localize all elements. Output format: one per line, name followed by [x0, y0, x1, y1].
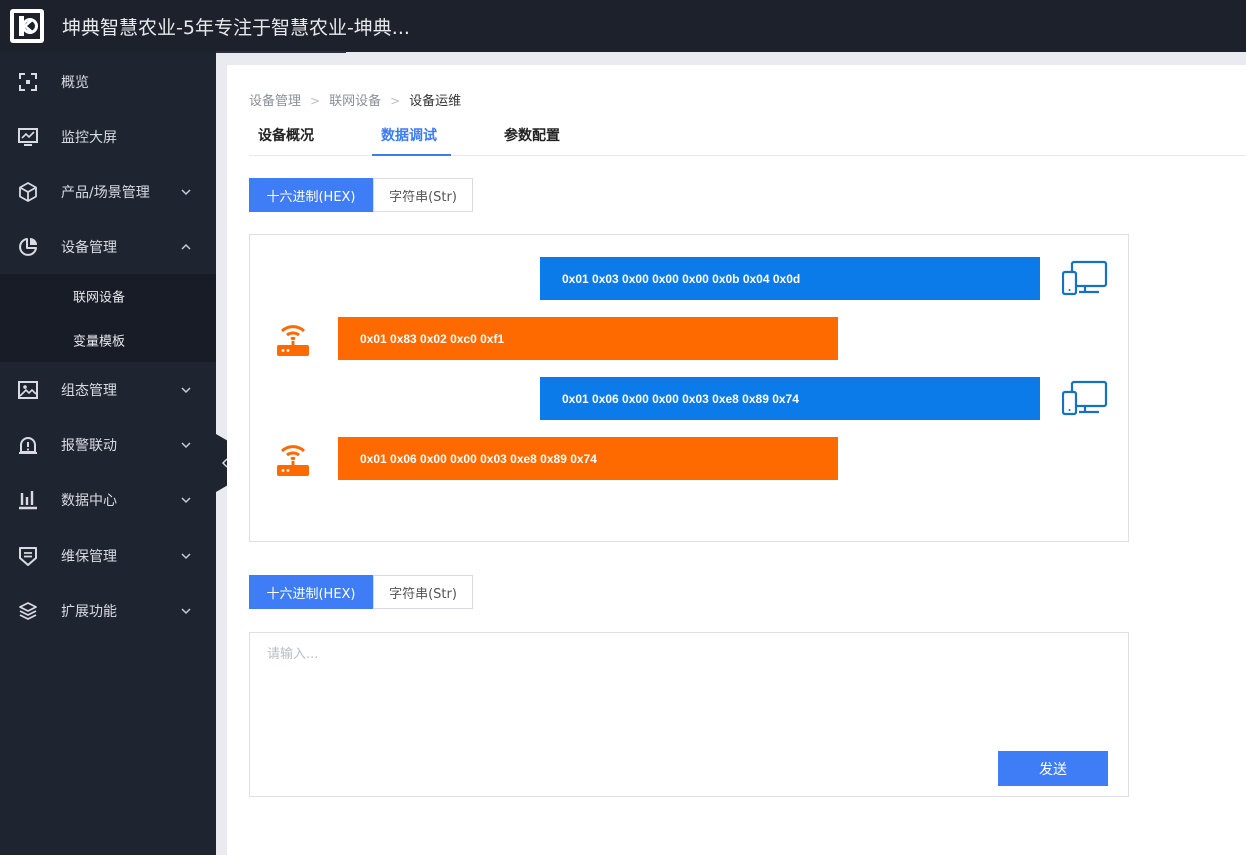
- gateway-icon: [277, 325, 309, 356]
- sidebar-subitem-networked-devices[interactable]: 联网设备: [0, 274, 216, 318]
- alarm-icon: [19, 436, 37, 454]
- pie-chart-icon: [19, 237, 37, 256]
- sidebar-item-overview[interactable]: 概览: [0, 54, 216, 109]
- chevron-up-icon: [181, 243, 191, 250]
- chevron-down-icon: [181, 386, 191, 393]
- cube-icon: [19, 181, 37, 202]
- maintenance-icon: [19, 546, 37, 566]
- sidebar-item-label: 维保管理: [61, 548, 117, 565]
- chevron-down-icon: [181, 607, 191, 614]
- header-divider: [216, 51, 346, 53]
- breadcrumb-separator: >: [310, 94, 321, 108]
- active-tab-indicator: [372, 154, 451, 156]
- logo-icon: [14, 13, 40, 39]
- str-format-button[interactable]: 字符串(Str): [373, 178, 473, 212]
- breadcrumb: 设备管理 > 联网设备 > 设备运维: [249, 90, 461, 109]
- sidebar-item-monitor-screen[interactable]: 监控大屏: [0, 109, 216, 164]
- send-input-area: 发送: [249, 632, 1129, 797]
- breadcrumb-separator: >: [390, 94, 401, 108]
- layers-icon: [19, 601, 37, 620]
- send-button[interactable]: 发送: [998, 751, 1108, 786]
- message-log-panel: 0x01 0x03 0x00 0x00 0x00 0x0b 0x04 0x0d …: [249, 234, 1129, 542]
- sent-message: 0x01 0x06 0x00 0x00 0x03 0xe8 0x89 0x74: [540, 377, 1040, 420]
- received-message: 0x01 0x06 0x00 0x00 0x03 0xe8 0x89 0x74: [338, 437, 838, 480]
- image-icon: [18, 380, 38, 399]
- device-icon: [1062, 380, 1108, 416]
- app-title: 坤典智慧农业-5年专注于智慧农业-坤典...: [62, 17, 410, 39]
- device-icon: [1062, 260, 1108, 296]
- sidebar: 概览 监控大屏 产品/场景管理 设备管理 联网设备 变量模板 组态管理 报警联动…: [0, 52, 216, 855]
- monitor-icon: [18, 127, 38, 146]
- sidebar-item-extensions[interactable]: 扩展功能: [0, 583, 216, 638]
- tab-parameter-config[interactable]: 参数配置: [504, 125, 560, 145]
- str-format-button[interactable]: 字符串(Str): [373, 575, 473, 609]
- overview-icon: [19, 72, 37, 91]
- sidebar-item-maintenance[interactable]: 维保管理: [0, 528, 216, 583]
- breadcrumb-item[interactable]: 联网设备: [329, 94, 381, 109]
- sidebar-item-label: 扩展功能: [61, 603, 117, 620]
- sidebar-item-device-management[interactable]: 设备管理: [0, 219, 216, 274]
- sidebar-item-alarm-linkage[interactable]: 报警联动: [0, 417, 216, 472]
- sidebar-item-label: 概览: [61, 74, 89, 91]
- tab-device-overview[interactable]: 设备概况: [258, 125, 314, 145]
- breadcrumb-current: 设备运维: [409, 94, 462, 109]
- send-data-input[interactable]: [250, 633, 1128, 796]
- tab-data-debug[interactable]: 数据调试: [381, 125, 437, 145]
- sidebar-subitem-label: 变量模板: [73, 334, 126, 350]
- sidebar-item-label: 产品/场景管理: [61, 184, 150, 201]
- sidebar-subitem-variable-template[interactable]: 变量模板: [0, 318, 216, 362]
- sidebar-subitem-label: 联网设备: [73, 290, 126, 306]
- sent-message: 0x01 0x03 0x00 0x00 0x00 0x0b 0x04 0x0d: [540, 257, 1040, 300]
- gateway-icon: [277, 445, 309, 476]
- sidebar-item-label: 报警联动: [61, 437, 117, 454]
- chevron-down-icon: [181, 188, 191, 195]
- sidebar-item-label: 组态管理: [61, 382, 117, 399]
- received-message: 0x01 0x83 0x02 0xc0 0xf1: [338, 317, 838, 360]
- hex-format-button[interactable]: 十六进制(HEX): [249, 178, 373, 212]
- sidebar-item-data-center[interactable]: 数据中心: [0, 472, 216, 527]
- sidebar-item-label: 设备管理: [61, 239, 117, 256]
- breadcrumb-item[interactable]: 设备管理: [249, 94, 301, 109]
- logo[interactable]: [10, 9, 44, 43]
- chevron-down-icon: [181, 441, 191, 448]
- device-management-submenu: 联网设备 变量模板: [0, 274, 216, 362]
- main-content: 设备管理 > 联网设备 > 设备运维 设备概况 数据调试 参数配置 十六进制(HEX) …: [227, 65, 1246, 855]
- tab-bar: 设备概况 数据调试 参数配置: [249, 117, 1246, 156]
- hex-format-button[interactable]: 十六进制(HEX): [249, 575, 373, 609]
- chevron-down-icon: [181, 496, 191, 503]
- top-bar: 坤典智慧农业-5年专注于智慧农业-坤典...: [0, 0, 1246, 53]
- sidebar-item-label: 数据中心: [61, 492, 117, 509]
- sidebar-item-configuration[interactable]: 组态管理: [0, 362, 216, 417]
- sidebar-item-product-scene[interactable]: 产品/场景管理: [0, 164, 216, 219]
- bar-chart-icon: [19, 490, 37, 509]
- sidebar-item-label: 监控大屏: [61, 129, 117, 146]
- chevron-down-icon: [181, 552, 191, 559]
